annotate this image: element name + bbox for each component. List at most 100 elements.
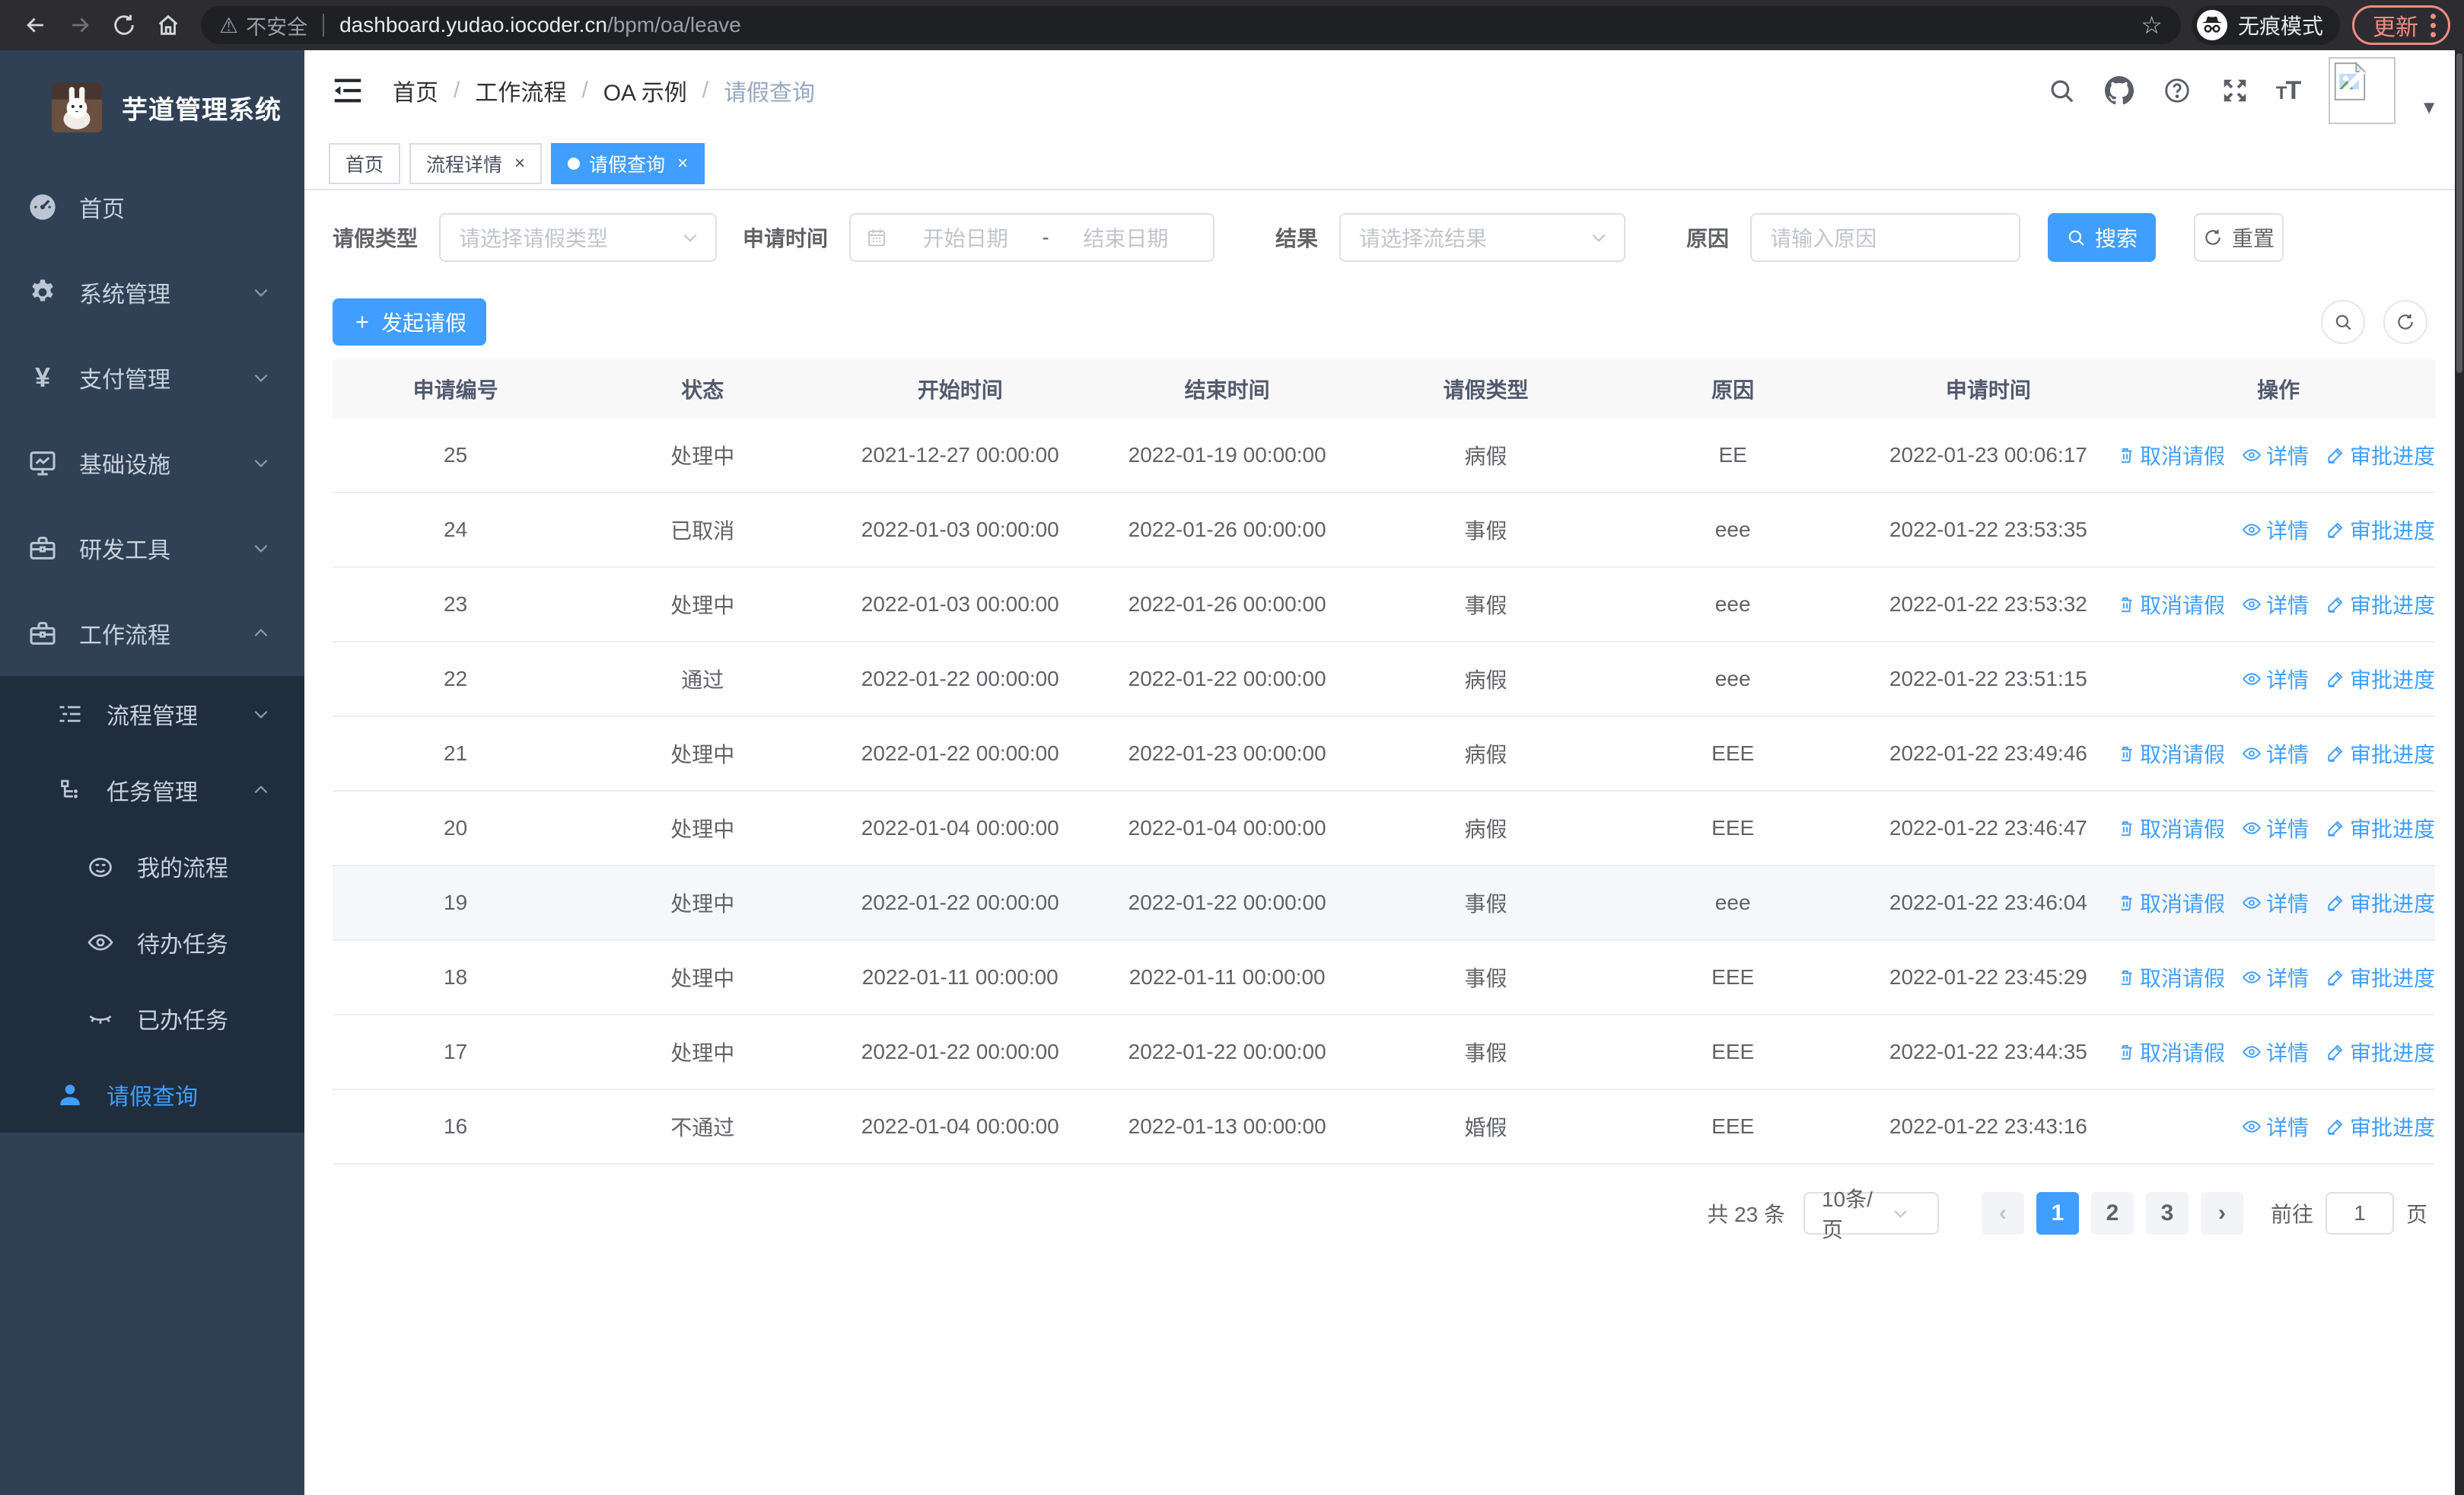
url-host: dashboard.yudao.iocoder.cn [339,13,607,37]
progress-action-link[interactable]: 审批进度 [2326,515,2435,545]
progress-action-link[interactable]: 审批进度 [2326,1037,2435,1067]
next-page-button[interactable]: › [2200,1192,2243,1235]
tab-首页[interactable]: 首页 [329,143,401,184]
sidebar-item-我的流程[interactable]: 我的流程 [0,828,304,904]
date-end-input[interactable]: 结束日期 [1054,222,1198,253]
cancel-action-link[interactable]: 取消请假 [2122,589,2225,620]
page-size-select[interactable]: 10条/页 [1803,1187,1939,1242]
goto-page-input[interactable]: 1 [2325,1192,2394,1235]
cancel-action-link[interactable]: 取消请假 [2122,440,2225,470]
progress-action-link[interactable]: 审批进度 [2326,888,2435,918]
cancel-action-link[interactable]: 取消请假 [2122,738,2225,769]
hamburger-icon[interactable] [330,73,365,108]
cell-apply_time: 2022-01-22 23:49:46 [1889,741,2087,765]
detail-action-link[interactable]: 详情 [2242,1111,2309,1142]
browser-home-icon[interactable] [146,5,190,45]
progress-action-link[interactable]: 审批进度 [2326,962,2435,993]
apply-time-range-picker[interactable]: 开始日期 - 结束日期 [849,213,1215,262]
page-button-3[interactable]: 3 [2145,1192,2189,1235]
cell-status: 通过 [681,668,724,692]
cell-reason: eee [1714,592,1751,616]
sidebar-item-工作流程[interactable]: 工作流程 [0,591,304,676]
browser-forward-icon[interactable] [58,5,102,45]
bookmark-star-icon[interactable]: ☆ [2141,11,2163,40]
sidebar-item-系统管理[interactable]: 系统管理 [0,250,304,335]
sidebar-item-流程管理[interactable]: 流程管理 [0,676,304,752]
cancel-action-link[interactable]: 取消请假 [2122,888,2225,918]
detail-action-link[interactable]: 详情 [2242,888,2309,918]
breadcrumb-workflow[interactable]: 工作流程 [475,74,566,107]
cell-type: 事假 [1464,892,1507,916]
date-start-input[interactable]: 开始日期 [893,222,1037,253]
sidebar-item-支付管理[interactable]: ¥ 支付管理 [0,335,304,420]
chevron-down-icon [1589,228,1609,247]
address-bar[interactable]: ⚠ 不安全 dashboard.yudao.iocoder.cn/bpm/oa/… [201,6,2181,44]
tab-流程详情[interactable]: 流程详情 × [409,143,543,184]
incognito-badge: 无痕模式 [2191,5,2340,45]
sidebar-item-任务管理[interactable]: 任务管理 [0,752,304,828]
search-button[interactable]: 搜索 [2048,213,2157,262]
progress-action-link[interactable]: 审批进度 [2326,813,2435,843]
detail-action-link[interactable]: 详情 [2242,589,2309,620]
sidebar-item-研发工具[interactable]: 研发工具 [0,505,304,591]
detail-action-link[interactable]: 详情 [2242,738,2309,769]
column-header-结束时间: 结束时间 [1184,378,1270,402]
sidebar-item-请假查询[interactable]: 请假查询 [0,1057,304,1133]
browser-back-icon[interactable] [14,5,58,45]
help-icon[interactable] [2160,74,2194,107]
window-scrollbar[interactable] [2455,50,2464,1495]
cancel-action-link[interactable]: 取消请假 [2122,962,2225,993]
detail-action-link[interactable]: 详情 [2242,1037,2309,1067]
create-leave-button[interactable]: 发起请假 [333,298,487,346]
tab-请假查询[interactable]: 请假查询 × [551,143,705,184]
leave-type-select[interactable]: 请选择请假类型 [439,213,718,262]
prev-page-button[interactable]: ‹ [1981,1192,2024,1235]
sidebar-item-首页[interactable]: 首页 [0,164,304,250]
page-button-2[interactable]: 2 [2090,1192,2134,1235]
scrollbar-thumb[interactable] [2456,53,2462,373]
cancel-action-link[interactable]: 取消请假 [2122,1037,2225,1067]
cancel-action-link[interactable]: 取消请假 [2122,813,2225,843]
reason-input[interactable]: 请输入原因 [1750,213,2021,262]
browser-chrome: ⚠ 不安全 dashboard.yudao.iocoder.cn/bpm/oa/… [0,0,2464,50]
cell-type: 病假 [1464,445,1507,468]
breadcrumb-oa-example[interactable]: OA 示例 [603,74,687,107]
reset-button[interactable]: 重置 [2194,213,2284,262]
cell-reason: eee [1714,891,1751,914]
progress-action-link[interactable]: 审批进度 [2326,738,2435,769]
page-button-1[interactable]: 1 [2036,1192,2079,1235]
fullscreen-icon[interactable] [2218,74,2252,107]
avatar-broken-image-icon[interactable] [2329,57,2396,124]
breadcrumb-home[interactable]: 首页 [393,74,438,107]
progress-action-link[interactable]: 审批进度 [2326,1111,2435,1142]
cell-actions: 取消请假 详情 审批进度 [2122,962,2435,993]
search-icon[interactable] [2045,74,2078,107]
refresh-button[interactable] [2383,300,2427,344]
browser-reload-icon[interactable] [102,5,146,45]
toggle-search-button[interactable] [2321,300,2365,344]
sidebar-item-待办任务[interactable]: 待办任务 [0,904,304,980]
browser-update-button[interactable]: 更新 [2352,5,2450,45]
font-size-icon[interactable]: TT [2276,76,2301,106]
cell-actions: 详情 审批进度 [2122,1111,2435,1142]
cell-start: 2022-01-22 00:00:00 [861,741,1059,765]
progress-action-link[interactable]: 审批进度 [2326,664,2435,694]
user-caret-down-icon[interactable]: ▼ [2420,97,2438,119]
monitor-icon [27,448,58,478]
detail-action-link[interactable]: 详情 [2242,664,2309,694]
progress-action-link[interactable]: 审批进度 [2326,440,2435,470]
tab-close-icon[interactable]: × [514,153,525,174]
progress-action-link[interactable]: 审批进度 [2326,589,2435,620]
browser-menu-icon[interactable] [2431,13,2436,37]
detail-action-link[interactable]: 详情 [2242,962,2309,993]
sidebar-item-基础设施[interactable]: 基础设施 [0,420,304,505]
github-icon[interactable] [2103,74,2136,107]
detail-action-link[interactable]: 详情 [2242,813,2309,843]
sidebar-item-已办任务[interactable]: 已办任务 [0,980,304,1057]
table-row-23: 23 处理中 2022-01-03 00:00:00 2022-01-26 00:00… [333,568,2435,642]
tab-close-icon[interactable]: × [677,153,688,174]
detail-action-link[interactable]: 详情 [2242,440,2309,470]
result-select[interactable]: 请选择流结果 [1339,213,1626,262]
detail-action-link[interactable]: 详情 [2242,515,2309,545]
security-warning-icon[interactable]: ⚠ [219,13,238,38]
